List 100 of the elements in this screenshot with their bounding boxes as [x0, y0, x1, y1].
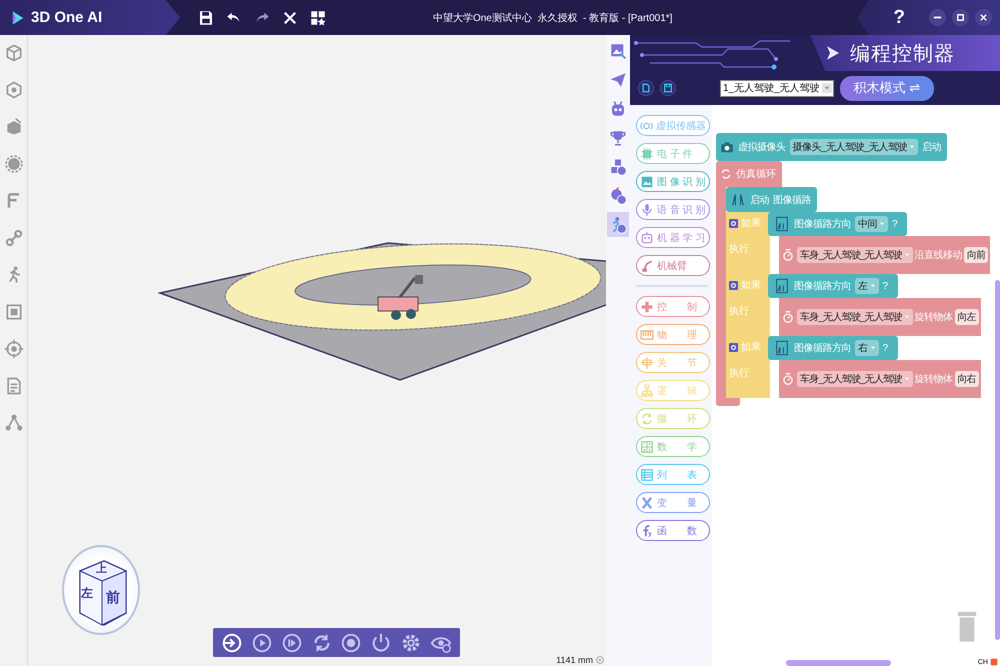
power-icon — [370, 632, 392, 654]
if-label: 如果 — [741, 279, 761, 292]
target-tool[interactable] — [4, 339, 24, 359]
link-tool[interactable] — [4, 228, 24, 248]
line-follow-icon — [730, 192, 746, 208]
mode-button[interactable]: 积木模式 ⇌ — [840, 76, 934, 100]
condition-block[interactable]: 图像循路方向 左 ? — [768, 274, 898, 298]
record-icon — [340, 632, 362, 654]
view-cube[interactable]: 上 左 前 — [62, 545, 140, 635]
scale-label: 1141 mm — [556, 655, 593, 665]
play-icon — [250, 632, 273, 654]
minimize-button[interactable] — [929, 9, 946, 26]
microphone-icon — [640, 202, 654, 216]
image-icon — [609, 42, 627, 60]
target-dropdown[interactable]: 车身_无人驾驶_无人驾驶 — [797, 371, 913, 387]
save-icon — [663, 83, 673, 93]
vertical-scrollbar[interactable] — [995, 280, 1000, 640]
if-label: 如果 — [741, 341, 761, 354]
chip-icon — [640, 146, 654, 160]
action-block[interactable]: 车身_无人驾驶_无人驾驶 旋转物体 向左 — [779, 298, 981, 336]
caret-icon — [870, 345, 876, 351]
hexagon-tool[interactable] — [4, 80, 24, 100]
caret-icon — [909, 144, 916, 150]
enter-button[interactable] — [220, 632, 243, 654]
grid-icon — [309, 8, 327, 26]
image-icon — [640, 174, 654, 188]
document-title: 中望大学One测试中心 永久授权 - 教育版 - [Part001*] — [432, 12, 674, 24]
link-icon — [4, 228, 24, 248]
trash-icon — [956, 609, 978, 643]
direction-dropdown[interactable]: 左 — [855, 278, 878, 294]
cube-left-label: 左 — [81, 585, 93, 602]
hexagon-icon — [4, 80, 24, 100]
target-dropdown[interactable]: 车身_无人驾驶_无人驾驶 — [797, 247, 913, 263]
enter-icon — [220, 632, 243, 654]
condition-block[interactable]: 图像循路方向 右 ? — [768, 336, 898, 360]
restore-button[interactable] — [952, 9, 969, 26]
loop-icon — [640, 412, 654, 426]
loop-icon — [720, 168, 732, 180]
power-button[interactable] — [370, 632, 392, 654]
loop-block[interactable]: 仿真循环 启动 图像循路 如果 执行 图像循路方向 中间 ? 车身_无人驾驶_无人驾驶 沿直线移动 向前 如果 执行 图像循路方向 左 ? 车身_无人驾驶_无人驾驶 旋转物体 向左 如果 执行 图像循路方向 右 ? 车身_无人驾驶_无人驾驶 旋转物体 向右 — [716, 161, 990, 406]
logo-icon — [10, 8, 26, 26]
restore-icon — [956, 13, 965, 22]
app-icon — [990, 658, 998, 666]
cubes-code-icon — [609, 158, 627, 176]
caret-icon — [879, 221, 885, 227]
block-label: ? — [892, 218, 898, 230]
help-button[interactable]: ? — [887, 6, 911, 30]
load-icon — [641, 83, 651, 93]
if-label: 如果 — [741, 217, 761, 230]
frame-tool[interactable] — [4, 302, 24, 322]
cube-tool[interactable] — [4, 43, 24, 63]
play-button[interactable] — [250, 632, 273, 654]
gear-sphere-icon — [4, 154, 24, 174]
gear-icon — [729, 280, 738, 290]
do-label: 执行 — [729, 242, 750, 256]
step-button[interactable] — [280, 632, 303, 654]
app-name: 3D One AI — [31, 9, 102, 26]
cube-top-label: 上 — [96, 562, 107, 576]
caret-icon — [904, 252, 910, 258]
caret-icon — [870, 283, 876, 289]
block-label: ? — [882, 342, 888, 354]
direction-dropdown[interactable]: 中间 — [855, 216, 888, 232]
direction-dropdown[interactable]: 右 — [855, 340, 878, 356]
cube-front-label: 前 — [106, 589, 120, 607]
record-button[interactable] — [340, 632, 362, 654]
value-dropdown[interactable]: 向右 — [954, 371, 979, 387]
gear-icon — [729, 342, 738, 352]
value-dropdown[interactable]: 向前 — [964, 247, 988, 263]
caret-icon — [904, 376, 910, 382]
panel-title: 编程控制器 — [850, 42, 955, 66]
runner-code-tab[interactable] — [607, 212, 629, 237]
block-label: 图像循路方向 — [794, 280, 851, 293]
condition-block[interactable]: 图像循路方向 中间 ? — [768, 212, 908, 236]
block-label: 旋转物体 — [914, 310, 953, 324]
line-follow-icon — [774, 277, 790, 295]
save-button[interactable] — [660, 80, 676, 96]
gear-sphere-tool[interactable] — [4, 154, 24, 174]
block-label: ? — [882, 280, 888, 292]
joint-icon — [640, 356, 654, 370]
load-button[interactable] — [638, 80, 654, 96]
value-dropdown[interactable]: 向左 — [954, 309, 979, 325]
caret-icon — [904, 314, 910, 320]
step-icon — [280, 632, 303, 654]
close-window-button[interactable] — [975, 9, 992, 26]
loop-end-cap — [716, 398, 740, 406]
block-label: 图像循路方向 — [794, 218, 851, 231]
do-label: 执行 — [729, 304, 750, 318]
target-dropdown[interactable]: 车身_无人驾驶_无人驾驶 — [797, 309, 913, 325]
keyboard-icon — [640, 328, 654, 342]
nodes-tool[interactable] — [4, 413, 24, 433]
action-block[interactable]: 车身_无人驾驶_无人驾驶 沿直线移动 向前 — [779, 236, 990, 274]
action-block[interactable]: 车身_无人驾驶_无人驾驶 旋转物体 向右 — [779, 360, 981, 398]
block-label: 启动 — [750, 194, 769, 206]
model-select[interactable]: 1_无人驾驶_无人驾驶 — [720, 80, 834, 96]
camera-dropdown[interactable]: 摄像头_无人驾驶_无人驾驶 — [790, 139, 918, 155]
category-button[interactable]: 函 数 — [636, 520, 710, 541]
camera-block[interactable]: 虚拟摄像头 摄像头_无人驾驶_无人驾驶 启动 — [716, 133, 948, 161]
nodes-icon — [4, 413, 24, 433]
block-label: 旋转物体 — [914, 372, 953, 386]
horizontal-scrollbar[interactable] — [786, 660, 891, 666]
